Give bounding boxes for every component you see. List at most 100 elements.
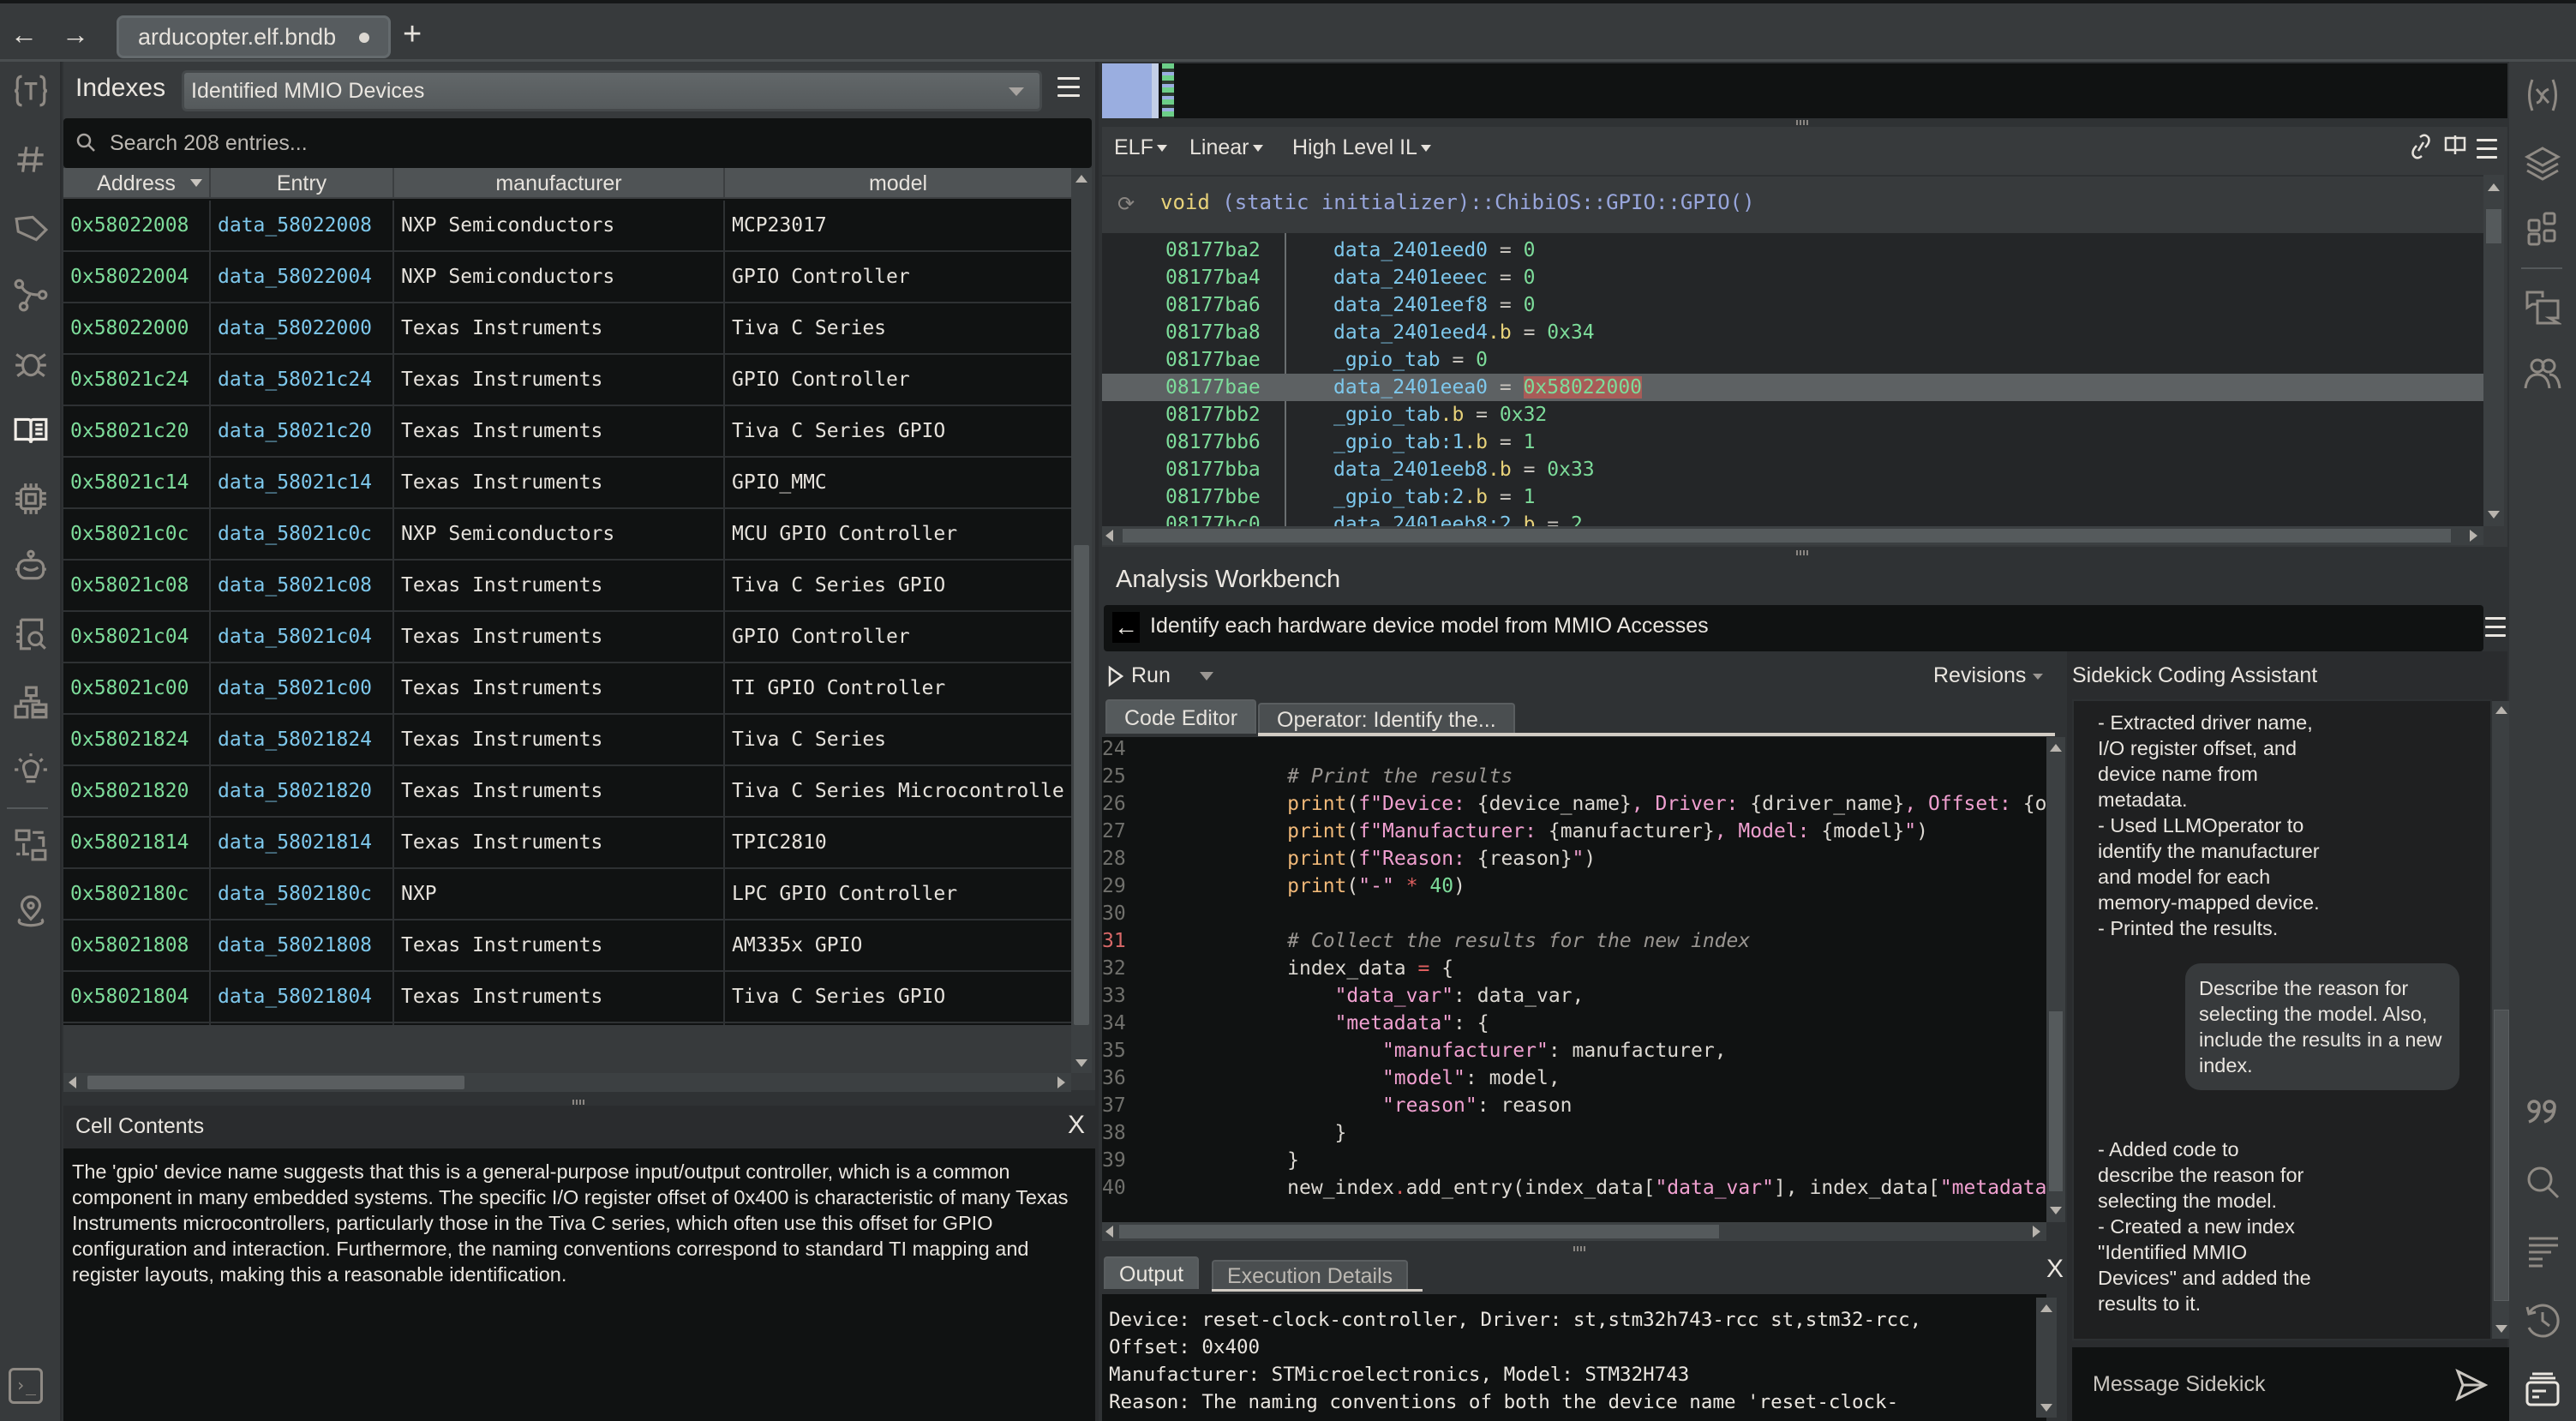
table-row[interactable]: 0x5802180c data_5802180c NXP LPC GPIO Contr… bbox=[63, 869, 1071, 920]
scroll-left-icon[interactable] bbox=[1105, 530, 1113, 542]
code-line[interactable]: 26 print(f"Device: {device_name}, Driver… bbox=[1102, 790, 2046, 818]
line-code[interactable]: _gpio_tab = 0 bbox=[1333, 346, 1488, 374]
il-dropdown[interactable]: High Level IL bbox=[1292, 135, 1431, 160]
manufacturer-cell[interactable]: Texas Instruments bbox=[394, 1023, 725, 1025]
model-cell[interactable]: Tiva C Series bbox=[725, 715, 1071, 764]
manufacturer-cell[interactable]: Texas Instruments bbox=[394, 561, 725, 610]
hash-icon[interactable] bbox=[9, 141, 53, 178]
lightbulb-icon[interactable] bbox=[9, 751, 53, 788]
model-cell[interactable]: LPC GPIO Controller bbox=[725, 869, 1071, 919]
value-token[interactable]: 0x34 bbox=[1547, 321, 1594, 344]
address-cell[interactable]: 0x5802180c bbox=[63, 869, 211, 919]
model-cell[interactable]: GPIO Controller bbox=[725, 252, 1071, 302]
variable-token[interactable]: data_2401eeb8 bbox=[1333, 459, 1488, 481]
code-text[interactable]: } bbox=[1145, 1147, 1299, 1174]
back-button[interactable]: ← bbox=[7, 19, 41, 50]
manufacturer-cell[interactable]: Texas Instruments bbox=[394, 355, 725, 405]
line-address[interactable]: 08177ba8 bbox=[1165, 319, 1261, 346]
line-code[interactable]: data_2401eeb8.b = 0x33 bbox=[1333, 456, 1595, 483]
entry-cell[interactable]: data_58022008 bbox=[211, 201, 394, 250]
scrollbar-thumb[interactable] bbox=[2486, 209, 2501, 243]
function-signature[interactable]: void (static initializer)::ChibiOS::GPIO… bbox=[1160, 190, 1755, 214]
value-token[interactable]: 1 bbox=[1524, 431, 1536, 453]
code-text[interactable]: "metadata": { bbox=[1145, 1010, 1489, 1037]
line-address[interactable]: 08177ba6 bbox=[1165, 291, 1261, 319]
line-code[interactable]: _gpio_tab:1.b = 1 bbox=[1333, 429, 1535, 456]
code-text[interactable]: print("-" * 40) bbox=[1145, 872, 1465, 900]
value-token[interactable]: 2 bbox=[1571, 513, 1583, 526]
entry-cell[interactable]: data_58022004 bbox=[211, 252, 394, 302]
tab-execution-details[interactable]: Execution Details bbox=[1212, 1260, 1409, 1289]
apps-icon[interactable] bbox=[2521, 207, 2564, 250]
hlil-line[interactable]: 08177ba6 data_2401eef8 = 0 bbox=[1102, 291, 2483, 319]
layout-dropdown[interactable]: Linear bbox=[1189, 135, 1263, 160]
line-address[interactable]: 08177ba2 bbox=[1165, 237, 1261, 264]
address-cell[interactable]: 0x58021c04 bbox=[63, 612, 211, 662]
scrollbar-thumb[interactable] bbox=[2049, 1011, 2063, 1191]
manufacturer-cell[interactable]: Texas Instruments bbox=[394, 663, 725, 713]
code-line[interactable]: 29 print("-" * 40) bbox=[1102, 872, 2046, 900]
entry-cell[interactable]: data_58021804 bbox=[211, 972, 394, 1022]
manufacturer-cell[interactable]: NXP Semiconductors bbox=[394, 509, 725, 559]
hlil-vertical-scrollbar[interactable] bbox=[2483, 175, 2504, 526]
line-number[interactable]: 31 bbox=[1102, 927, 1126, 955]
scroll-up-icon[interactable] bbox=[1075, 175, 1087, 183]
line-code[interactable]: data_2401eed0 = 0 bbox=[1333, 237, 1535, 264]
address-cell[interactable]: 0x58022004 bbox=[63, 252, 211, 302]
code-text[interactable]: print(f"Manufacturer: {manufacturer}, Mo… bbox=[1145, 818, 1928, 845]
line-number[interactable]: 27 bbox=[1102, 818, 1126, 845]
model-cell[interactable]: GPIO Controller bbox=[725, 1023, 1071, 1025]
table-row[interactable]: 0x58021804 data_58021804 Texas Instruments… bbox=[63, 972, 1071, 1023]
line-number[interactable]: 35 bbox=[1102, 1037, 1126, 1064]
hlil-line[interactable]: 08177bae data_2401eea0 = 0x58022000 bbox=[1102, 374, 2483, 401]
robot-icon[interactable] bbox=[9, 547, 53, 585]
scrollbar-thumb[interactable] bbox=[1123, 529, 2451, 543]
line-number[interactable]: 30 bbox=[1102, 900, 1126, 927]
entry-cell[interactable]: data_58021c00 bbox=[211, 663, 394, 713]
panel-divider[interactable] bbox=[1095, 62, 1099, 1421]
model-cell[interactable]: GPIO_MMC bbox=[725, 458, 1071, 507]
model-cell[interactable]: Tiva C Series GPIO bbox=[725, 972, 1071, 1022]
entry-cell[interactable]: data_58021800 bbox=[211, 1023, 394, 1025]
line-address[interactable]: 08177bc0 bbox=[1165, 511, 1261, 526]
line-code[interactable]: data_2401eeec = 0 bbox=[1333, 264, 1535, 291]
line-address[interactable]: 08177bb6 bbox=[1165, 429, 1261, 456]
line-number[interactable]: 24 bbox=[1102, 737, 1126, 763]
index-select-dropdown[interactable]: Identified MMIO Devices bbox=[182, 70, 1042, 111]
code-line[interactable]: 37 "reason": reason bbox=[1102, 1092, 2046, 1119]
quote-icon[interactable] bbox=[2521, 1090, 2564, 1133]
code-line[interactable]: 31 # Collect the results for the new ind… bbox=[1102, 927, 2046, 955]
address-cell[interactable]: 0x58021c08 bbox=[63, 561, 211, 610]
column-header-manufacturer[interactable]: manufacturer bbox=[394, 168, 725, 199]
entry-cell[interactable]: data_5802180c bbox=[211, 869, 394, 919]
scroll-down-icon[interactable] bbox=[2050, 1207, 2062, 1214]
entry-cell[interactable]: data_58022000 bbox=[211, 303, 394, 353]
variable-token[interactable]: data_2401eed4 bbox=[1333, 321, 1488, 344]
tab-operator[interactable]: Operator: Identify the... bbox=[1258, 703, 1515, 734]
hlil-line[interactable]: 08177bc0 data_2401eeb8:2.b = 2 bbox=[1102, 511, 2483, 526]
entry-cell[interactable]: data_58021808 bbox=[211, 920, 394, 970]
address-cell[interactable]: 0x58021820 bbox=[63, 766, 211, 816]
line-address[interactable]: 08177bae bbox=[1165, 374, 1261, 401]
code-line[interactable]: 27 print(f"Manufacturer: {manufacturer},… bbox=[1102, 818, 2046, 845]
send-icon[interactable] bbox=[2454, 1368, 2489, 1402]
line-address[interactable]: 08177bb2 bbox=[1165, 401, 1261, 429]
table-row[interactable]: 0x58022000 data_58022000 Texas Instruments… bbox=[63, 303, 1071, 355]
types-icon[interactable] bbox=[9, 72, 53, 110]
model-cell[interactable]: GPIO Controller bbox=[725, 355, 1071, 405]
variable-token[interactable]: _gpio_tab:2 bbox=[1333, 486, 1464, 508]
code-line[interactable]: 25 # Print the results bbox=[1102, 763, 2046, 790]
scroll-left-icon[interactable] bbox=[69, 1076, 76, 1088]
code-line[interactable]: 32 index_data = { bbox=[1102, 955, 2046, 982]
entry-cell[interactable]: data_58021c0c bbox=[211, 509, 394, 559]
close-icon[interactable]: X bbox=[2046, 1255, 2064, 1284]
address-cell[interactable]: 0x58021c20 bbox=[63, 406, 211, 456]
model-cell[interactable]: TPIC2810 bbox=[725, 818, 1071, 867]
split-view-icon[interactable] bbox=[2444, 134, 2466, 162]
view-menu-icon[interactable] bbox=[2477, 139, 2497, 165]
entry-cell[interactable]: data_58021c24 bbox=[211, 355, 394, 405]
workbench-menu-icon[interactable] bbox=[2485, 617, 2506, 643]
table-row[interactable]: 0x58021c14 data_58021c14 Texas Instruments… bbox=[63, 458, 1071, 509]
manufacturer-cell[interactable]: Texas Instruments bbox=[394, 715, 725, 764]
code-line[interactable]: 34 "metadata": { bbox=[1102, 1010, 2046, 1037]
